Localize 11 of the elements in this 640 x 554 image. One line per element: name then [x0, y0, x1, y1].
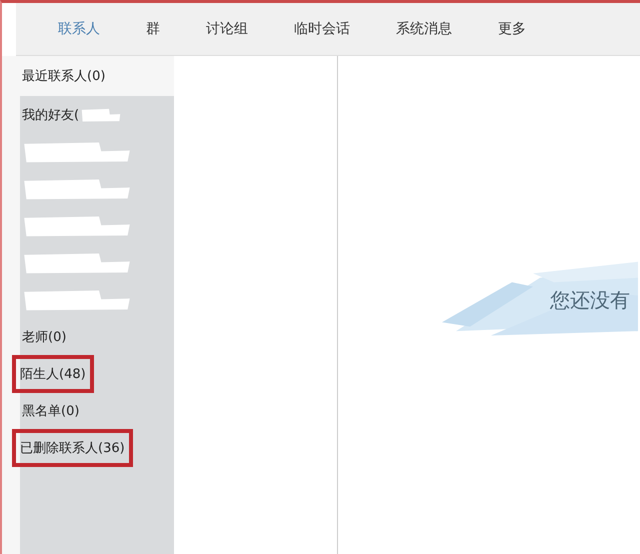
tab[interactable]: 系统消息 [382, 20, 466, 38]
tab[interactable]: 更多 [484, 20, 540, 38]
tab[interactable]: 讨论组 [192, 20, 262, 38]
group-item[interactable]: 老师(0) [20, 324, 68, 350]
group-item[interactable]: 最近联系人(0) [20, 63, 108, 89]
tab[interactable]: 临时会话 [280, 20, 364, 38]
group-item[interactable]: 我的好友( [20, 102, 82, 128]
tab[interactable]: 联系人 [44, 20, 114, 38]
group-item[interactable]: 黑名单(0) [20, 398, 82, 424]
tab[interactable]: 群 [132, 20, 174, 38]
empty-message: 您还没有 [550, 286, 630, 314]
